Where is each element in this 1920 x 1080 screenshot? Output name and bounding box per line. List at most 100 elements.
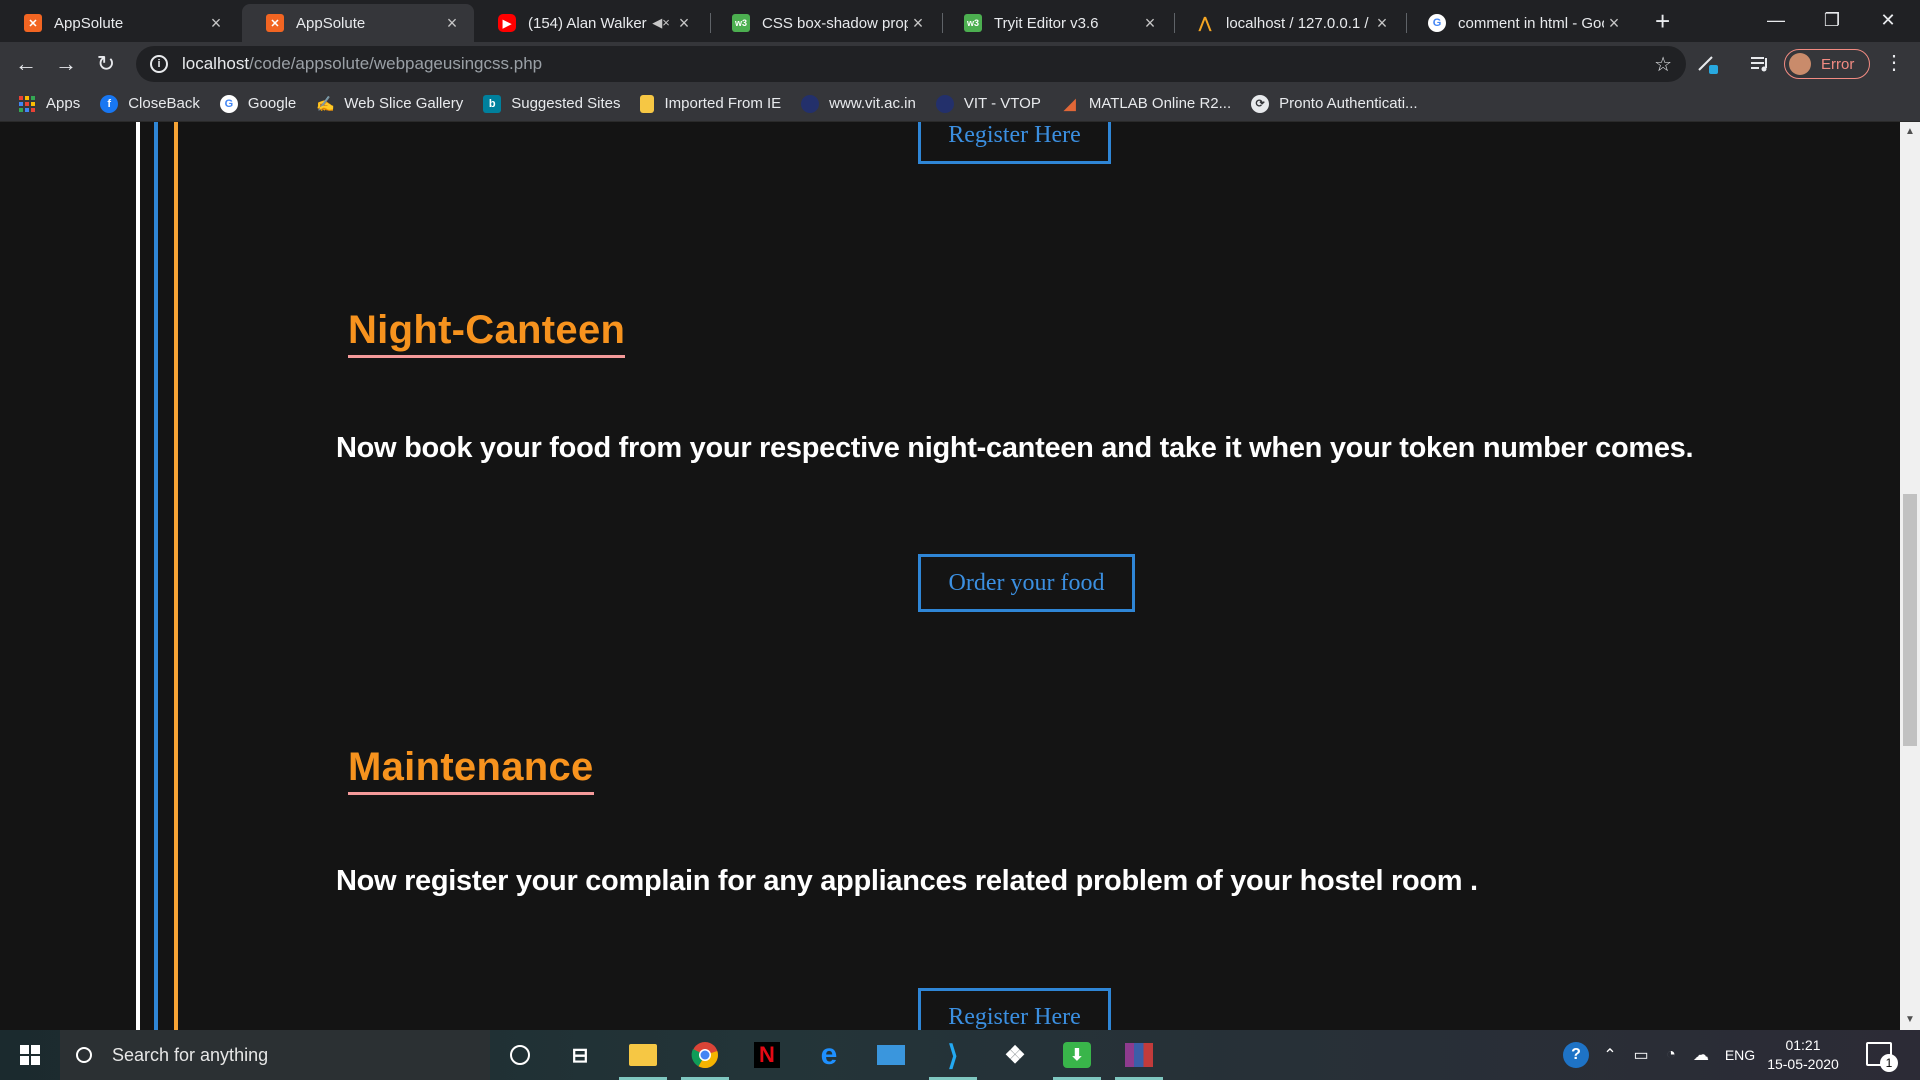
folder-icon xyxy=(640,94,655,113)
bookmark-vit-ac-in[interactable]: www.vit.ac.in xyxy=(801,94,916,113)
show-hidden-icons-chevron-icon[interactable]: ⌃ xyxy=(1598,1030,1622,1080)
language-indicator[interactable]: ENG xyxy=(1720,1030,1760,1080)
matlab-icon: ◢ xyxy=(1064,95,1076,113)
clock-time: 01:21 xyxy=(1785,1037,1821,1053)
browser-tab[interactable]: G comment in html - Goo × xyxy=(1404,4,1636,42)
minimize-window-button[interactable]: — xyxy=(1748,4,1804,36)
tab-title: localhost / 127.0.0.1 / s xyxy=(1226,14,1372,32)
xampp-icon: ✕ xyxy=(24,14,42,32)
page-scrollbar[interactable]: ▲ ▼ xyxy=(1900,122,1920,1030)
windows-logo-icon xyxy=(20,1045,29,1054)
scrollbar-thumb[interactable] xyxy=(1903,494,1917,746)
close-tab-icon[interactable]: × xyxy=(674,13,694,34)
back-button[interactable]: ← xyxy=(10,48,42,80)
phpmyadmin-icon: ⋀ xyxy=(1198,15,1212,32)
bookmark-apps[interactable]: Apps xyxy=(18,95,80,113)
file-explorer-icon[interactable] xyxy=(617,1030,669,1080)
close-window-button[interactable]: ✕ xyxy=(1860,4,1916,36)
taskbar-search-box[interactable]: Search for anything xyxy=(60,1030,490,1080)
help-icon[interactable]: ? xyxy=(1560,1030,1592,1080)
bookmark-label: Imported From IE xyxy=(664,95,782,112)
browser-tab-strip: ✕ AppSolute × ✕ AppSolute × ▶ (154) Alan… xyxy=(0,0,1920,42)
profile-status-label: Error xyxy=(1821,55,1855,73)
bookmark-imported-from-ie[interactable]: Imported From IE xyxy=(640,94,782,113)
browser-tab[interactable]: ✕ AppSolute × xyxy=(0,4,238,42)
close-tab-icon[interactable]: × xyxy=(1604,13,1624,34)
action-center-icon[interactable]: 1 xyxy=(1866,1042,1898,1072)
bookmarks-bar: Apps f CloseBack G Google ✍ Web Slice Ga… xyxy=(0,86,1920,122)
new-tab-button[interactable]: + xyxy=(1655,8,1670,34)
maintenance-register-button[interactable]: Register Here xyxy=(918,988,1111,1030)
windows-logo-icon xyxy=(31,1045,40,1054)
web-slice-icon: ✍ xyxy=(315,95,335,113)
bookmark-label: MATLAB Online R2... xyxy=(1088,95,1232,112)
browser-tab[interactable]: ▶ (154) Alan Walker - ◀× × xyxy=(474,4,706,42)
windows-logo-icon xyxy=(20,1056,29,1065)
scroll-up-arrow-icon[interactable]: ▲ xyxy=(1900,122,1920,142)
order-food-button[interactable]: Order your food xyxy=(918,554,1135,612)
windows-taskbar: Search for anything ⊟ N e ⟩ ❖ ⬇ ? ⌃ ▭ ◔ … xyxy=(0,1030,1920,1080)
register-here-button[interactable]: Register Here xyxy=(918,122,1111,164)
windows-start-button[interactable] xyxy=(0,1030,60,1080)
cloud-download-icon[interactable]: ⬇ xyxy=(1051,1030,1103,1080)
close-tab-icon[interactable]: × xyxy=(442,13,462,34)
xampp-icon: ✕ xyxy=(266,14,284,32)
wifi-icon[interactable]: ◔ xyxy=(1658,1030,1684,1080)
url-host: localhost xyxy=(182,54,250,73)
profile-button[interactable]: Error xyxy=(1784,49,1870,79)
bookmark-google[interactable]: G Google xyxy=(219,94,296,113)
bookmark-label: www.vit.ac.in xyxy=(829,95,916,112)
mail-icon[interactable] xyxy=(865,1030,917,1080)
youtube-icon: ▶ xyxy=(498,14,516,32)
onedrive-icon[interactable]: ☁ xyxy=(1688,1030,1714,1080)
winrar-icon[interactable] xyxy=(1113,1030,1165,1080)
bookmark-web-slice-gallery[interactable]: ✍ Web Slice Gallery xyxy=(316,95,463,113)
reload-button[interactable]: ↻ xyxy=(90,48,122,80)
clock[interactable]: 01:21 15-05-2020 xyxy=(1760,1036,1846,1074)
chrome-icon[interactable] xyxy=(679,1030,731,1080)
battery-icon[interactable]: ▭ xyxy=(1628,1030,1654,1080)
scroll-down-arrow-icon[interactable]: ▼ xyxy=(1900,1010,1920,1030)
media-controls-icon[interactable] xyxy=(1748,52,1772,76)
bookmark-closeback[interactable]: f CloseBack xyxy=(100,94,200,113)
browser-tab[interactable]: w3 Tryit Editor v3.6 × xyxy=(940,4,1172,42)
bookmark-pronto-authentication[interactable]: ⟳ Pronto Authenticati... xyxy=(1251,94,1418,113)
close-tab-icon[interactable]: × xyxy=(1140,13,1160,34)
bookmark-star-icon[interactable]: ☆ xyxy=(1654,52,1672,77)
google-icon: G xyxy=(219,94,238,113)
browser-tab[interactable]: ⋀ localhost / 127.0.0.1 / s × xyxy=(1172,4,1404,42)
bing-icon: b xyxy=(483,94,502,113)
browser-menu-icon[interactable]: ⋮ xyxy=(1884,50,1904,75)
bookmark-label: Suggested Sites xyxy=(511,95,621,112)
dropbox-icon[interactable]: ❖ xyxy=(989,1030,1041,1080)
forward-button[interactable]: → xyxy=(50,48,82,80)
cortana-icon[interactable] xyxy=(494,1030,546,1080)
windows-logo-icon xyxy=(31,1056,40,1065)
bookmark-vit-vtop[interactable]: VIT - VTOP xyxy=(935,94,1041,113)
tab-title: AppSolute xyxy=(296,14,366,32)
search-icon xyxy=(76,1047,92,1063)
restore-window-button[interactable]: ❐ xyxy=(1804,4,1860,36)
w3schools-icon: w3 xyxy=(732,14,750,32)
bookmark-matlab-online[interactable]: ◢ MATLAB Online R2... xyxy=(1061,95,1231,113)
bookmark-suggested-sites[interactable]: b Suggested Sites xyxy=(483,94,621,113)
decorative-line-blue xyxy=(154,122,158,1030)
close-tab-icon[interactable]: × xyxy=(908,13,928,34)
site-info-icon[interactable]: i xyxy=(150,55,168,73)
close-tab-icon[interactable]: × xyxy=(1372,13,1392,34)
pronto-icon: ⟳ xyxy=(1251,94,1270,113)
edge-icon[interactable]: e xyxy=(803,1030,855,1080)
url-path: /code/appsolute/webpageusingcss.php xyxy=(249,54,543,73)
section-description-night-canteen: Now book your food from your respective … xyxy=(336,432,1694,464)
address-bar[interactable]: i localhost /code/appsolute/webpageusing… xyxy=(136,46,1686,82)
browser-tab-active[interactable]: ✕ AppSolute × xyxy=(242,4,474,42)
task-view-icon[interactable]: ⊟ xyxy=(554,1030,606,1080)
netflix-icon[interactable]: N xyxy=(741,1030,793,1080)
vscode-icon[interactable]: ⟩ xyxy=(927,1030,979,1080)
speaker-muted-icon[interactable]: ◀× xyxy=(648,15,674,31)
extension-icon[interactable] xyxy=(1696,52,1720,76)
close-tab-icon[interactable]: × xyxy=(206,13,226,34)
browser-tab[interactable]: w3 CSS box-shadow prope × xyxy=(708,4,940,42)
apps-grid-icon xyxy=(18,95,36,113)
browser-toolbar: ← → ↻ i localhost /code/appsolute/webpag… xyxy=(0,42,1920,86)
